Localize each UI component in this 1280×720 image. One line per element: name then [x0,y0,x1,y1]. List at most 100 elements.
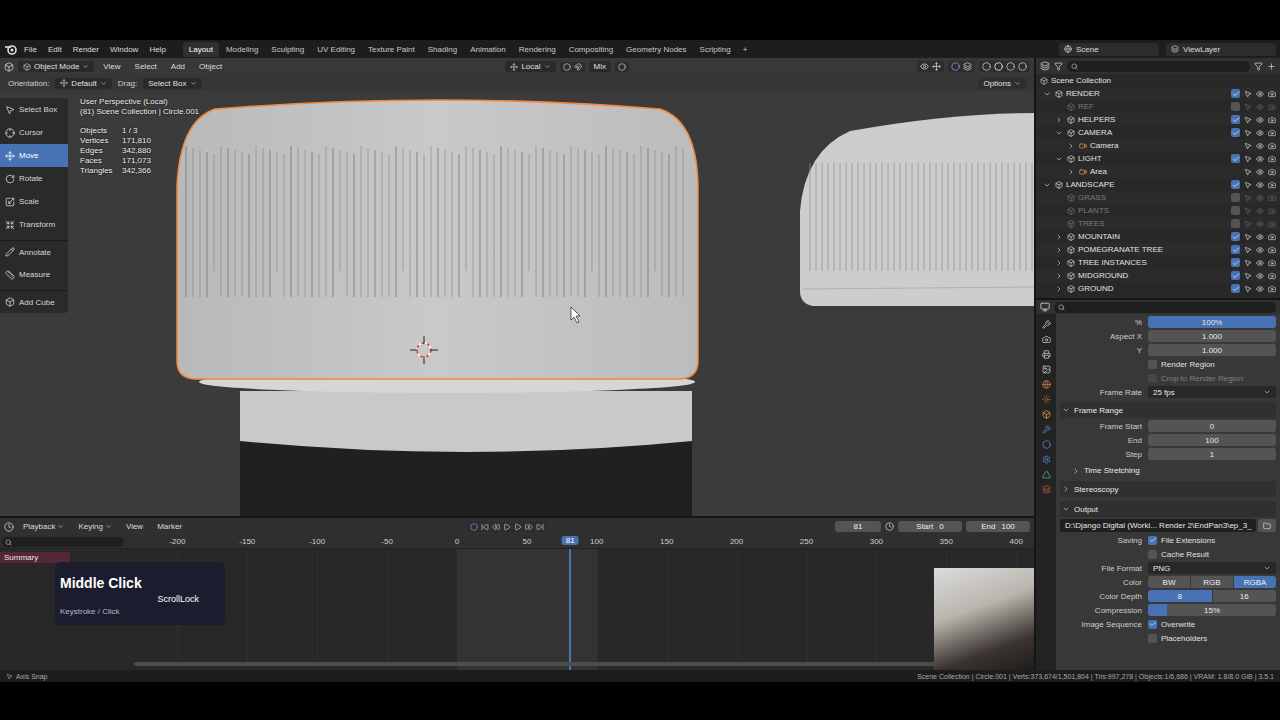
visibility-icon[interactable] [1256,142,1264,150]
viewport-menu[interactable]: Object [194,60,227,73]
visibility-icon[interactable] [1256,168,1264,176]
render-visibility-icon[interactable] [1268,155,1276,163]
visibility-group[interactable] [917,61,944,72]
tool-button[interactable]: Rotate [0,167,68,190]
selectable-icon[interactable] [1244,155,1252,163]
timeline-menu[interactable]: View [121,520,148,533]
viewport-menu[interactable]: View [98,60,125,73]
outliner-row[interactable]: TREES [1036,217,1280,230]
render-visibility-icon[interactable] [1268,194,1276,202]
exclude-checkbox[interactable] [1231,193,1240,202]
tool-button[interactable]: Cursor [0,121,68,144]
properties-tab-icon[interactable] [1042,380,1051,389]
viewport-canvas[interactable]: Select BoxCursorMoveRotateScaleTransform… [0,91,1034,516]
outliner-row[interactable]: MIDGROUND [1036,269,1280,282]
exclude-checkbox[interactable] [1231,219,1240,228]
outliner-row[interactable]: CAMERA [1036,126,1280,139]
render-visibility-icon[interactable] [1268,259,1276,267]
render-visibility-icon[interactable] [1268,272,1276,280]
timeline-body[interactable]: -200-150-100-500501001502002503003504008… [0,535,1034,670]
toggle-button[interactable]: RGB [1191,576,1233,588]
properties-tab-icon[interactable] [1042,395,1051,404]
visibility-icon[interactable] [1256,155,1264,163]
collapsed-arrow-icon[interactable] [1067,142,1075,150]
editor-type-icon[interactable] [4,522,14,532]
outliner-row[interactable]: RENDER [1036,87,1280,100]
transform-orientation-dropdown[interactable]: Local [505,61,555,72]
collapsed-arrow-icon[interactable] [1055,285,1063,293]
checkbox[interactable]: Crop to Render Region [1148,374,1276,383]
properties-tab-icon[interactable] [1042,320,1051,329]
visibility-icon[interactable] [1256,233,1264,241]
exclude-checkbox[interactable] [1231,245,1240,254]
selectable-icon[interactable] [1244,233,1252,241]
number-field[interactable]: 0 [1148,420,1276,432]
collapsed-arrow-icon[interactable] [1055,246,1063,254]
visibility-icon[interactable] [1256,90,1264,98]
properties-tab-icon[interactable] [1042,455,1051,464]
properties-tab-icon[interactable] [1042,410,1051,419]
options-dropdown[interactable]: Options [978,78,1026,89]
properties-tab-icon[interactable] [1042,350,1051,359]
prev-keyframe-icon[interactable] [492,523,500,531]
collapsed-arrow-icon[interactable] [1055,272,1063,280]
render-visibility-icon[interactable] [1268,285,1276,293]
render-visibility-icon[interactable] [1268,246,1276,254]
selectable-icon[interactable] [1244,103,1252,111]
selectable-icon[interactable] [1244,285,1252,293]
panel-header[interactable]: Stereoscopy [1060,481,1276,497]
record-icon[interactable] [470,523,478,531]
checkbox[interactable]: Cache Result [1148,550,1276,559]
number-field[interactable]: 100 [1148,434,1276,446]
visibility-icon[interactable] [1256,246,1264,254]
selectable-icon[interactable] [1244,246,1252,254]
exclude-checkbox[interactable] [1231,258,1240,267]
add-workspace-button[interactable]: + [738,43,753,56]
end-frame-field[interactable]: End100 [966,521,1030,532]
scrollbar[interactable] [0,661,1034,667]
viewport-scene[interactable] [0,91,1034,516]
exclude-checkbox[interactable] [1231,284,1240,293]
visibility-icon[interactable] [1256,207,1264,215]
checkbox-box[interactable] [1148,536,1157,545]
render-visibility-icon[interactable] [1268,233,1276,241]
outliner-row[interactable]: HELPERS [1036,113,1280,126]
outliner-row[interactable]: Area [1036,165,1280,178]
3d-cursor-icon[interactable] [410,336,438,364]
collapsed-arrow-icon[interactable] [1055,116,1063,124]
selectable-icon[interactable] [1244,90,1252,98]
new-collection-icon[interactable] [1267,62,1276,71]
outliner-row[interactable]: LIGHT [1036,152,1280,165]
panel-header[interactable]: Output [1060,501,1276,517]
outliner-row[interactable]: POMEGRANATE TREE [1036,243,1280,256]
properties-tab-icon[interactable] [1042,365,1051,374]
preview-range-icon[interactable] [885,522,894,531]
expanded-arrow-icon[interactable] [1043,181,1051,189]
overlay-group[interactable] [948,61,975,72]
tool-button[interactable]: Annotate [0,240,68,263]
visibility-icon[interactable] [1256,285,1264,293]
tool-button[interactable]: Scale [0,190,68,213]
number-field[interactable]: 1 [1148,448,1276,460]
start-frame-field[interactable]: Start0 [898,521,962,532]
selectable-icon[interactable] [1244,116,1252,124]
visibility-icon[interactable] [1256,259,1264,267]
selectable-icon[interactable] [1244,168,1252,176]
outliner-row[interactable]: PLANTS [1036,204,1280,217]
number-field[interactable]: 1.000 [1148,330,1276,342]
toggle-button[interactable]: 16 [1213,590,1277,602]
toggle-button[interactable]: 8 [1148,590,1212,602]
render-visibility-icon[interactable] [1268,168,1276,176]
visibility-icon[interactable] [1256,129,1264,137]
slider-field[interactable]: 100% [1148,316,1276,328]
render-visibility-icon[interactable] [1268,181,1276,189]
outliner-row[interactable]: MOUNTAIN [1036,230,1280,243]
workspace-tab[interactable]: Layout [183,42,219,57]
workspace-tab[interactable]: UV Editing [311,42,361,57]
render-visibility-icon[interactable] [1268,207,1276,215]
exclude-checkbox[interactable] [1231,154,1240,163]
filter-icon[interactable] [1254,62,1263,71]
second-cap[interactable] [800,113,1034,306]
mix-dropdown[interactable]: Mix [589,61,611,72]
render-visibility-icon[interactable] [1268,142,1276,150]
